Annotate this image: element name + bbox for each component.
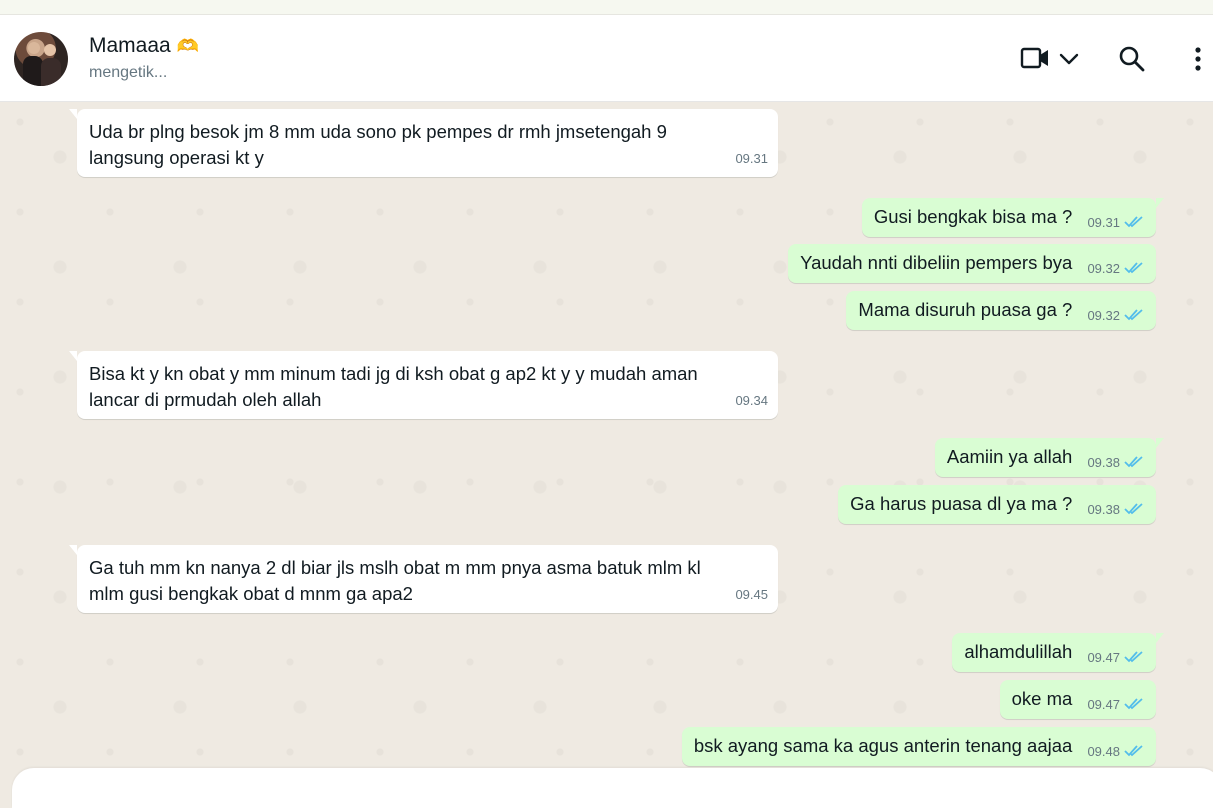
message-text: Bisa kt y kn obat y mm minum tadi jg di … — [89, 363, 698, 410]
message-text: Ga tuh mm kn nanya 2 dl biar jls mslh ob… — [89, 557, 701, 604]
outgoing-message[interactable]: Mama disuruh puasa ga ? 09.32 — [846, 291, 1156, 330]
video-call-button[interactable] — [1020, 45, 1050, 76]
incoming-message[interactable]: Uda br plng besok jm 8 mm uda sono pk pe… — [69, 109, 778, 177]
read-receipt-icon — [1124, 211, 1144, 237]
message-list[interactable]: Uda br plng besok jm 8 mm uda sono pk pe… — [0, 102, 1213, 768]
message-text: oke ma — [1011, 688, 1073, 709]
read-receipt-icon — [1124, 646, 1144, 672]
contact-name: Mamaaa — [89, 34, 171, 57]
video-call-icon — [1020, 47, 1050, 75]
message-time: 09.38 — [1087, 502, 1120, 517]
chevron-down-icon — [1058, 53, 1080, 75]
outgoing-message[interactable]: Gusi bengkak bisa ma ? 09.31 — [861, 198, 1164, 237]
search-button[interactable] — [1118, 45, 1146, 78]
outgoing-message[interactable]: Yaudah nnti dibeliin pempers bya 09.32 — [788, 244, 1156, 283]
video-call-dropdown[interactable] — [1058, 45, 1080, 76]
message-text: Mama disuruh puasa ga ? — [858, 299, 1073, 320]
message-text: Ga harus puasa dl ya ma ? — [850, 493, 1073, 514]
read-receipt-icon — [1124, 304, 1144, 330]
read-receipt-icon — [1124, 451, 1144, 477]
message-time: 09.32 — [1087, 308, 1120, 323]
message-time: 09.38 — [1087, 455, 1120, 470]
message-time: 09.32 — [1087, 261, 1120, 276]
read-receipt-icon — [1124, 693, 1144, 719]
chat-header[interactable]: Mamaaa 🫶 mengetik... — [0, 15, 1213, 102]
read-receipt-icon — [1124, 498, 1144, 524]
outgoing-message[interactable]: Aamiin ya allah 09.38 — [934, 438, 1164, 477]
incoming-message[interactable]: Bisa kt y kn obat y mm minum tadi jg di … — [69, 351, 778, 419]
incoming-message[interactable]: Ga tuh mm kn nanya 2 dl biar jls mslh ob… — [69, 545, 778, 613]
message-time: 09.45 — [735, 587, 768, 602]
menu-button[interactable] — [1190, 45, 1206, 78]
outgoing-message[interactable]: Ga harus puasa dl ya ma ? 09.38 — [838, 485, 1156, 524]
message-text: alhamdulillah — [964, 641, 1073, 662]
message-time: 09.31 — [735, 151, 768, 166]
read-receipt-icon — [1124, 740, 1144, 766]
message-time: 09.31 — [1087, 215, 1120, 230]
message-time: 09.47 — [1087, 650, 1120, 665]
search-icon — [1118, 46, 1146, 77]
message-time: 09.48 — [1087, 744, 1120, 759]
typing-status: mengetik... — [89, 64, 168, 81]
message-time: 09.34 — [735, 393, 768, 408]
message-text: Yaudah nnti dibeliin pempers bya — [800, 252, 1073, 273]
read-receipt-icon — [1124, 257, 1144, 283]
message-text: Gusi bengkak bisa ma ? — [873, 206, 1073, 227]
contact-name-row[interactable]: Mamaaa 🫶 — [89, 34, 199, 58]
menu-icon — [1190, 47, 1206, 77]
window-top-strip — [0, 0, 1213, 15]
outgoing-message[interactable]: alhamdulillah 09.47 — [952, 633, 1164, 672]
outgoing-message[interactable]: oke ma 09.47 — [999, 680, 1156, 719]
contact-name-emoji: 🫶 — [176, 36, 200, 56]
outgoing-message[interactable]: bsk ayang sama ka agus anterin tenang aa… — [681, 727, 1156, 766]
message-text: Uda br plng besok jm 8 mm uda sono pk pe… — [89, 121, 667, 168]
message-text: Aamiin ya allah — [946, 446, 1073, 467]
message-time: 09.47 — [1087, 697, 1120, 712]
contact-avatar[interactable] — [14, 32, 68, 86]
message-text: bsk ayang sama ka agus anterin tenang aa… — [693, 735, 1073, 756]
compose-bar[interactable] — [12, 768, 1213, 808]
